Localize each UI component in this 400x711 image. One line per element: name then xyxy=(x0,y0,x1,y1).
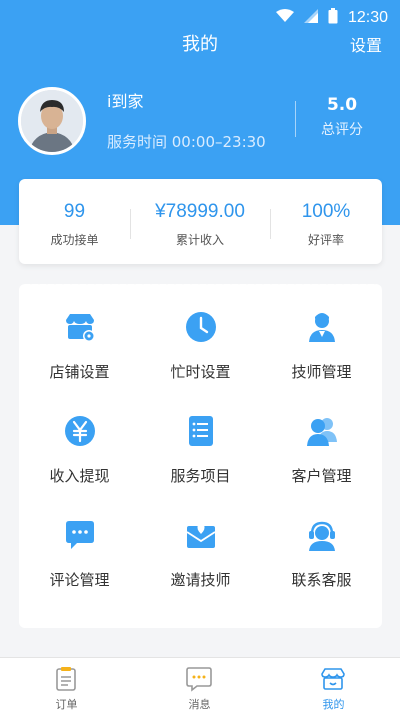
stat-value: 100% xyxy=(301,201,351,222)
shop-name: i到家 xyxy=(107,92,144,111)
menu-label: 收入提现 xyxy=(49,467,110,485)
signal-icon xyxy=(303,9,318,27)
settings-button[interactable]: 设置 xyxy=(350,32,382,56)
menu-technician-management[interactable]: 技师管理 xyxy=(261,298,382,398)
menu-label: 客户管理 xyxy=(291,467,352,485)
menu-label: 店铺设置 xyxy=(49,363,110,381)
stat-income[interactable]: ¥78999.00 累计收入 xyxy=(130,179,270,264)
stat-positive-rate[interactable]: 100% 好评率 xyxy=(270,179,382,264)
tab-mine[interactable]: 我的 xyxy=(267,658,400,711)
stats-card: 99 成功接单 ¥78999.00 累计收入 100% 好评率 xyxy=(19,179,382,264)
menu-income-withdraw[interactable]: 收入提现 xyxy=(19,402,140,502)
menu-store-settings[interactable]: 店铺设置 xyxy=(19,298,140,398)
support-headset-icon xyxy=(309,521,335,551)
tab-messages[interactable]: 消息 xyxy=(133,658,266,711)
stat-label: 成功接单 xyxy=(50,233,99,247)
bottom-tab-bar: 订单 消息 我的 xyxy=(0,657,400,711)
stat-value: ¥78999.00 xyxy=(155,201,245,222)
yuan-icon xyxy=(65,416,95,446)
decorative-edge xyxy=(19,281,382,287)
rating-label: 总评分 xyxy=(321,122,363,138)
customers-icon xyxy=(307,418,337,446)
menu-comment-management[interactable]: 评论管理 xyxy=(19,506,140,606)
menu-label: 评论管理 xyxy=(49,571,110,589)
menu-contact-support[interactable]: 联系客服 xyxy=(261,506,382,606)
stat-label: 累计收入 xyxy=(175,233,224,247)
tab-label: 消息 xyxy=(188,698,211,711)
messages-icon xyxy=(186,667,212,692)
technician-icon xyxy=(309,313,335,342)
divider xyxy=(295,101,296,137)
menu-invite-technician[interactable]: 邀请技师 xyxy=(140,506,261,606)
clock-time: 12:30 xyxy=(347,9,388,26)
service-hours: 服务时间 00:00–23:30 xyxy=(107,133,266,151)
tab-orders[interactable]: 订单 xyxy=(0,658,133,711)
page-title: 我的 xyxy=(182,34,218,55)
orders-icon xyxy=(56,667,76,691)
menu-service-items[interactable]: 服务项目 xyxy=(140,402,261,502)
status-bar: 12:30 xyxy=(0,0,400,34)
profile-store-icon xyxy=(321,668,345,690)
rating-value: 5.0 xyxy=(326,95,358,115)
stat-orders[interactable]: 99 成功接单 xyxy=(19,179,130,264)
stat-label: 好评率 xyxy=(307,233,344,247)
tab-label: 订单 xyxy=(55,698,78,711)
service-list-icon xyxy=(189,416,213,446)
comment-icon xyxy=(66,521,94,549)
avatar[interactable] xyxy=(18,87,86,155)
menu-customer-management[interactable]: 客户管理 xyxy=(261,402,382,502)
tab-label: 我的 xyxy=(322,698,345,711)
menu-label: 服务项目 xyxy=(170,467,231,485)
overall-rating: 5.0 总评分 xyxy=(300,95,384,139)
menu-label: 技师管理 xyxy=(291,363,352,381)
clock-icon xyxy=(186,312,216,342)
feature-grid: 店铺设置 忙时设置 技师管理 收入提现 服务项目 客户管理 评论管理 邀请技师 … xyxy=(19,281,382,628)
menu-busy-hours[interactable]: 忙时设置 xyxy=(140,298,261,398)
wifi-icon xyxy=(275,9,294,27)
stat-value: 99 xyxy=(63,201,86,222)
menu-label: 忙时设置 xyxy=(170,363,231,381)
store-settings-icon xyxy=(66,314,95,342)
battery-icon xyxy=(328,8,338,28)
invite-mail-icon xyxy=(186,524,216,548)
menu-label: 联系客服 xyxy=(291,571,352,589)
menu-label: 邀请技师 xyxy=(170,571,231,589)
